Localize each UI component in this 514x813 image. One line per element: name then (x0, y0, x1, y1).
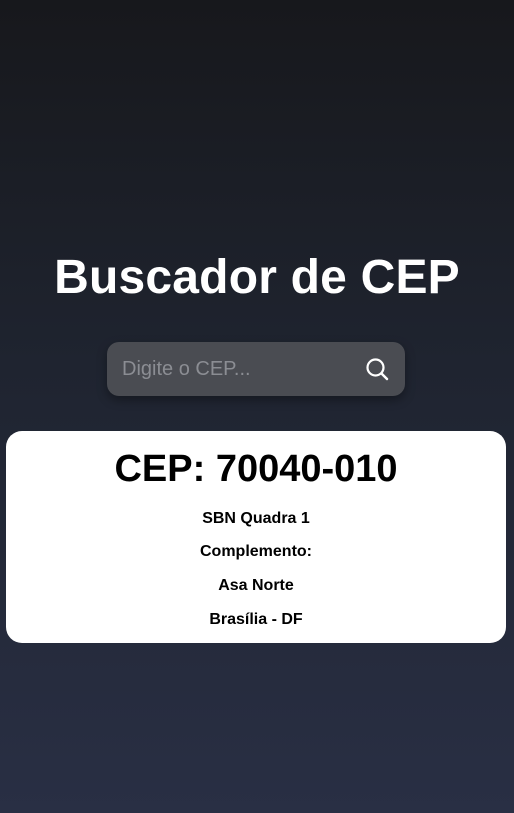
search-icon (366, 358, 389, 381)
localidade-text: Brasília - DF (209, 611, 303, 628)
cep-search-input[interactable] (107, 342, 347, 396)
logradouro-text: SBN Quadra 1 (202, 510, 310, 527)
search-bar (107, 342, 405, 396)
cep-value: 70040-010 (215, 448, 398, 490)
complemento-text: Complemento: (6, 542, 506, 562)
result-card: CEP: 70040-010 SBN Quadra 1 Complemento:… (6, 431, 506, 643)
search-button[interactable] (361, 353, 393, 385)
bairro-text: Asa Norte (218, 577, 294, 594)
cep-heading: CEP: 70040-010 (6, 447, 506, 491)
cep-label: CEP: (114, 448, 216, 490)
complemento-label: Complemento: (200, 543, 312, 560)
page-title: Buscador de CEP (54, 251, 460, 304)
